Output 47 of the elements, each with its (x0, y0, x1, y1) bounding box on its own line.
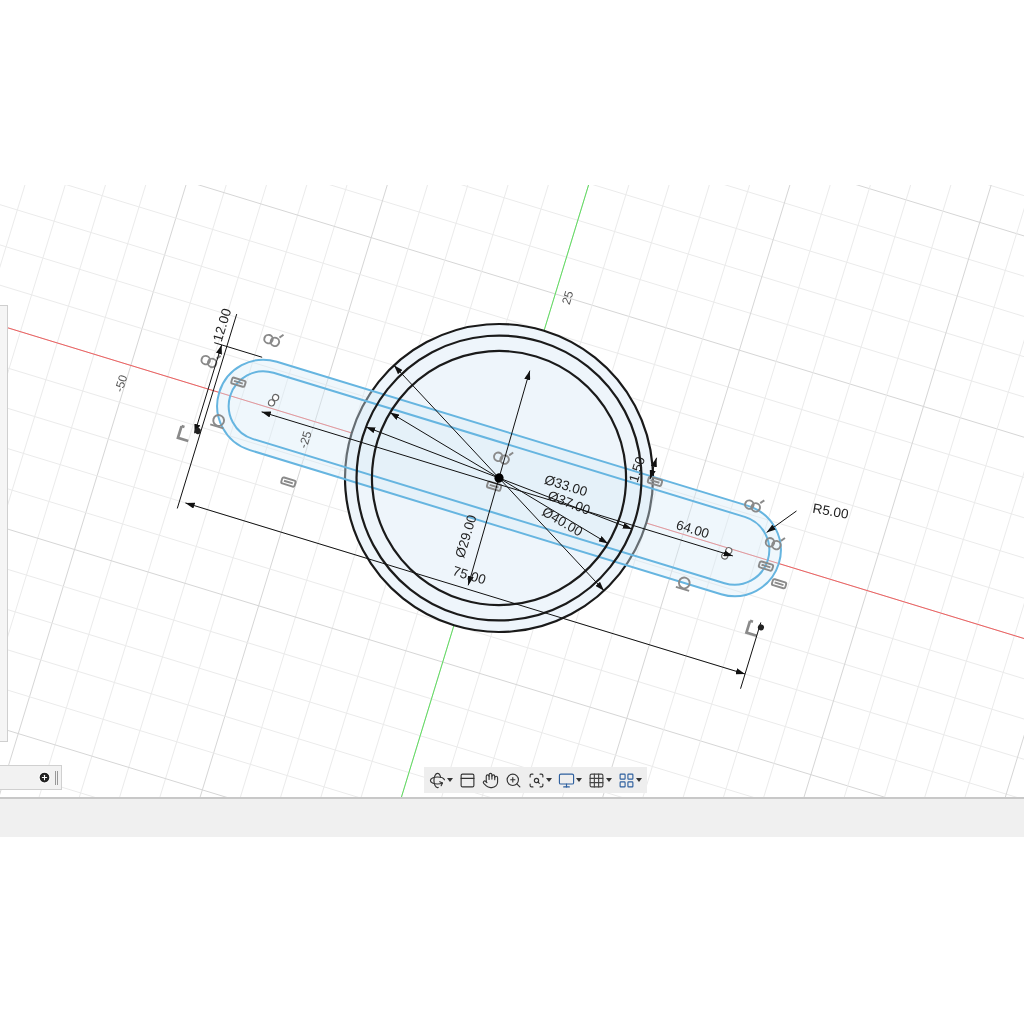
constraint-icon (209, 414, 225, 430)
caret-icon (606, 778, 612, 782)
dimension-label[interactable]: 75.00 (450, 563, 488, 588)
caret-icon (636, 778, 642, 782)
constraint-icon (744, 499, 766, 513)
dimension-label[interactable]: Ø29.00 (452, 513, 480, 560)
panel-grip[interactable] (55, 770, 58, 785)
constraint-icon (485, 480, 503, 493)
center-point (494, 473, 504, 483)
axis-label: -25 (296, 429, 315, 450)
constraint-icon (646, 475, 664, 488)
sketch-point (194, 427, 201, 435)
constraint-icon (744, 619, 759, 638)
constraint-icon (721, 547, 733, 560)
extension-line (740, 621, 762, 690)
axis-label: 25 (559, 289, 577, 307)
zoom-window-icon (528, 771, 545, 789)
constraint-icon (176, 424, 190, 443)
hand-icon (482, 771, 499, 789)
dimension-label[interactable]: 12.00 (210, 306, 235, 344)
dimension-label[interactable]: 64.00 (674, 517, 711, 542)
grid-icon (588, 771, 605, 789)
dimension-label[interactable]: R5.00 (811, 500, 850, 522)
orbit-icon (429, 771, 446, 789)
zoom-icon (505, 771, 522, 789)
constraint-icon (493, 451, 515, 465)
constraint-icon (229, 376, 247, 389)
layout-icon (618, 771, 635, 789)
dimension-label[interactable]: 1.50 (626, 454, 648, 485)
leader-line (766, 510, 797, 533)
constraint-icon (764, 537, 786, 551)
window-icon (459, 771, 476, 789)
plus-icon (38, 771, 51, 784)
axis-label: -50 (111, 373, 131, 394)
caret-icon (576, 778, 582, 782)
constraint-icon (674, 576, 691, 592)
constraint-icon (757, 560, 775, 572)
constraint-icon (279, 476, 297, 488)
constraint-icon (267, 393, 280, 407)
add-button[interactable] (38, 771, 51, 784)
constraint-icon (263, 333, 285, 348)
constraint-icon (770, 577, 788, 590)
constraint-icon (200, 354, 222, 369)
caret-icon (546, 778, 552, 782)
caret-icon (447, 778, 453, 782)
sketch-point (757, 624, 764, 631)
monitor-icon (558, 771, 575, 789)
